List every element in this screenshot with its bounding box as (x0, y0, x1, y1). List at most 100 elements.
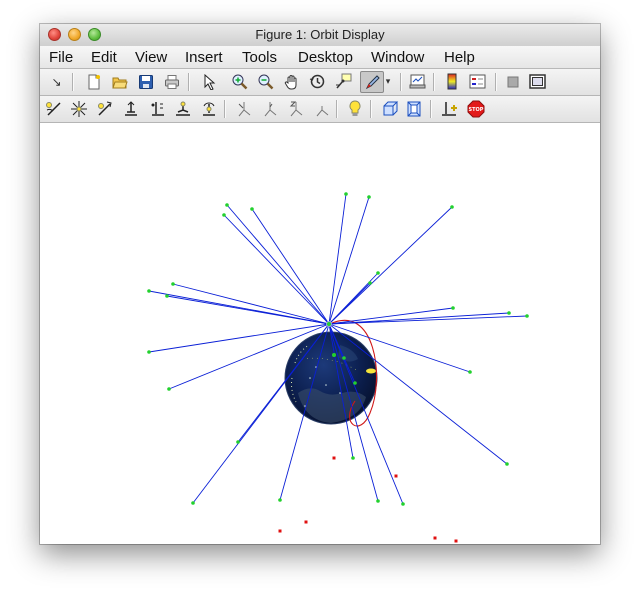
move-camera-forward-back-icon[interactable] (147, 99, 166, 118)
satellite-marker (344, 192, 348, 196)
satellite-marker (171, 282, 175, 286)
z-principal-axis-icon[interactable] (286, 99, 305, 118)
reset-camera-icon[interactable] (440, 99, 459, 118)
zoom-camera-icon[interactable] (173, 99, 192, 118)
open-file-icon[interactable] (110, 72, 129, 91)
menu-edit[interactable]: Edit (91, 49, 117, 66)
debris-marker (278, 529, 282, 533)
satellite-marker (525, 314, 529, 318)
satellite-marker (507, 311, 511, 315)
menu-help[interactable]: Help (444, 49, 475, 66)
perspective-projection-icon[interactable] (404, 99, 423, 118)
crosslink-line (226, 204, 330, 325)
menu-file[interactable]: File (49, 49, 73, 66)
no-principal-axis-icon[interactable] (312, 99, 331, 118)
orbit-plot-area[interactable] (40, 123, 600, 544)
satellite-marker (450, 205, 454, 209)
menu-insert[interactable]: Insert (185, 49, 223, 66)
toolbar-separator (370, 100, 372, 118)
toolbar-separator (224, 100, 226, 118)
toolbar-separator (433, 73, 435, 91)
roll-camera-icon[interactable] (199, 99, 218, 118)
menu-desktop[interactable]: Desktop (298, 49, 353, 66)
data-cursor-icon[interactable] (334, 72, 353, 91)
satellite-marker (225, 203, 229, 207)
satellite-marker (191, 501, 195, 505)
crosslink-line (328, 193, 347, 325)
window-title: Figure 1: Orbit Display (255, 27, 385, 42)
x-principal-axis-icon[interactable] (234, 99, 253, 118)
satellite-marker (342, 356, 346, 360)
debris-marker (454, 539, 458, 543)
satellite-marker (376, 499, 380, 503)
rotate-3d-icon[interactable] (308, 72, 327, 91)
debris-markers (278, 456, 458, 543)
crosslink-line (328, 272, 379, 325)
satellite-marker (351, 456, 355, 460)
toolbar-separator (188, 73, 190, 91)
new-figure-icon[interactable] (84, 72, 103, 91)
satellite-marker (353, 381, 357, 385)
dock-arrow-icon[interactable]: ↘ (47, 72, 66, 91)
insert-colorbar-icon[interactable] (442, 72, 461, 91)
figure-toolbar: ↘ ▾ (40, 69, 600, 96)
menu-window[interactable]: Window (371, 49, 424, 66)
debris-marker (394, 474, 398, 478)
print-icon[interactable] (162, 72, 181, 91)
title-bar[interactable]: Figure 1: Orbit Display (40, 24, 600, 47)
toggle-scene-light-icon[interactable] (345, 99, 364, 118)
edit-plot-pointer-icon[interactable] (200, 72, 219, 91)
satellite-marker (167, 387, 171, 391)
debris-marker (304, 520, 308, 524)
crosslink-line (251, 208, 330, 325)
hub-satellite-marker (326, 321, 332, 327)
orbit-scene (147, 192, 529, 543)
satellite-marker (376, 271, 380, 275)
move-camera-horizontal-icon[interactable] (121, 99, 140, 118)
menu-bar: File Edit View Insert Tools Desktop Wind… (40, 46, 600, 69)
brush-dropdown-icon[interactable]: ▾ (383, 72, 393, 91)
satellite-marker (451, 306, 455, 310)
satellite-marker (222, 213, 226, 217)
satellite-marker (401, 502, 405, 506)
orthographic-projection-icon[interactable] (380, 99, 399, 118)
toolbar-separator (336, 100, 338, 118)
save-icon[interactable] (136, 72, 155, 91)
brush-icon[interactable] (360, 71, 384, 93)
earth-globe (284, 331, 378, 425)
debris-marker (332, 456, 336, 460)
satellite-marker (468, 370, 472, 374)
satellite-marker (147, 289, 151, 293)
link-plot-icon[interactable] (408, 72, 427, 91)
satellite-marker (278, 498, 282, 502)
y-principal-axis-icon[interactable] (260, 99, 279, 118)
menu-tools[interactable]: Tools (242, 49, 277, 66)
satellite-marker (250, 207, 254, 211)
toolbar-separator (400, 73, 402, 91)
stop-camera-icon[interactable]: STOP (466, 99, 485, 118)
satellite-marker (505, 462, 509, 466)
satellite-marker (165, 294, 169, 298)
figure-window: Figure 1: Orbit Display File Edit View I… (40, 24, 600, 544)
pan-hand-icon[interactable] (282, 72, 301, 91)
crosslink-line (328, 312, 510, 325)
zoom-out-icon[interactable] (256, 72, 275, 91)
satellite-marker (368, 281, 372, 285)
hide-plot-tools-icon[interactable] (503, 72, 522, 91)
toolbar-separator (430, 100, 432, 118)
satellite-marker (367, 195, 371, 199)
svg-text:STOP: STOP (468, 107, 483, 113)
satellite-marker (332, 353, 336, 357)
zoom-in-icon[interactable] (230, 72, 249, 91)
show-plot-tools-icon[interactable] (528, 72, 547, 91)
satellite-marker (147, 350, 151, 354)
satellite-marker (236, 440, 240, 444)
menu-view[interactable]: View (135, 49, 167, 66)
orbit-scene-light-icon[interactable] (69, 99, 88, 118)
insert-legend-icon[interactable] (468, 72, 487, 91)
crosslink-line (172, 283, 330, 325)
debris-marker (433, 536, 437, 540)
toolbar-separator (72, 73, 74, 91)
pan-tilt-camera-icon[interactable] (95, 99, 114, 118)
orbit-camera-icon[interactable] (44, 99, 63, 118)
